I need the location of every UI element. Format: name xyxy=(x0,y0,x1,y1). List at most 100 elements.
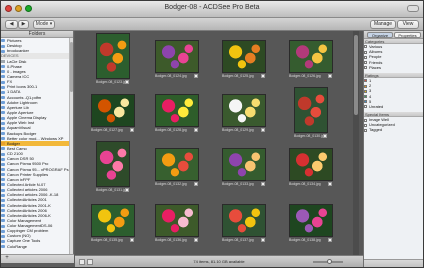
rating-swatch-icon[interactable] xyxy=(364,84,367,88)
thumbnail-filename: Bodger-08_0133.jpg xyxy=(222,181,254,186)
folder-icon xyxy=(1,39,5,43)
organize-checkbox[interactable] xyxy=(364,45,367,49)
folder-icon xyxy=(1,44,5,48)
thumbnail-image[interactable] xyxy=(155,147,199,181)
scrollbar-thumb[interactable] xyxy=(354,35,358,115)
thumbnail-checkbox[interactable] xyxy=(261,237,265,242)
folder-icon xyxy=(1,80,5,84)
folder-icon xyxy=(1,234,5,238)
thumbnail-checkbox[interactable] xyxy=(194,73,198,78)
rating-swatch-icon[interactable] xyxy=(364,94,367,98)
thumbnail-image[interactable] xyxy=(222,147,266,181)
organize-checkbox[interactable] xyxy=(364,123,367,127)
mode-dropdown[interactable]: Mode ▾ xyxy=(33,20,55,29)
thumbnail-checkbox[interactable] xyxy=(261,127,265,132)
organize-checkbox[interactable] xyxy=(364,61,367,64)
thumbnail-image[interactable] xyxy=(289,39,333,73)
thumbnail-filename: Bodger-08_0135.jpg xyxy=(91,237,123,242)
rating-swatch-icon[interactable] xyxy=(364,105,367,109)
tab-organize[interactable]: Organize xyxy=(367,32,393,38)
thumbnail-image[interactable] xyxy=(91,203,135,237)
organize-item-label: Tagged xyxy=(369,127,383,133)
thumbnail-checkbox[interactable] xyxy=(194,237,198,242)
folder-tree-item[interactable]: ColoRange xyxy=(1,244,69,249)
thumbnail-checkbox[interactable] xyxy=(125,188,129,192)
slider-knob[interactable] xyxy=(327,259,332,264)
thumbnail-image[interactable] xyxy=(155,93,199,127)
manage-mode-button[interactable]: Manage xyxy=(370,20,396,29)
organize-checkbox[interactable] xyxy=(364,50,367,54)
thumbnail-checkbox[interactable] xyxy=(328,237,332,242)
thumbnail-image[interactable] xyxy=(222,39,266,73)
folders-panel-footer: + xyxy=(1,254,74,263)
thumbnail-image[interactable] xyxy=(222,93,266,127)
thumbnail-filename: Bodger-08_0132.jpg xyxy=(155,181,187,186)
thumbnail-image[interactable] xyxy=(96,141,130,187)
folder-icon xyxy=(1,203,5,207)
thumbnail-filename: Bodger-08_0131.jpg xyxy=(96,188,128,192)
thumbnail-browser: Bodger-08_0123.jpg Bodger-08_0124.jpg Bodg… xyxy=(75,31,363,255)
back-button[interactable]: ◀ xyxy=(5,20,18,29)
rating-swatch-icon[interactable] xyxy=(364,79,367,83)
thumbnail-checkbox[interactable] xyxy=(194,181,198,186)
thumbnail-checkbox[interactable] xyxy=(328,181,332,186)
thumbnail-checkbox[interactable] xyxy=(323,134,327,138)
toolbar-toggle-button[interactable] xyxy=(407,5,419,12)
thumbnail-image[interactable] xyxy=(222,203,266,237)
folder-icon xyxy=(1,131,5,135)
thumbnail-image[interactable] xyxy=(96,33,130,79)
add-folder-button[interactable]: + xyxy=(3,255,11,262)
folder-icon xyxy=(1,224,5,228)
organize-sections: Categories Various Albums People Friends Plac… xyxy=(364,39,423,136)
thumbnail-checkbox[interactable] xyxy=(261,73,265,78)
organize-checkbox[interactable] xyxy=(364,66,367,70)
rating-swatch-icon[interactable] xyxy=(364,100,367,104)
folder-tree-item-label: ColoRange xyxy=(7,243,28,249)
forward-button[interactable]: ▶ xyxy=(18,20,29,29)
organize-item-label: Unrated xyxy=(369,103,384,109)
folder-icon xyxy=(1,106,5,110)
folder-icon xyxy=(1,173,5,177)
folder-icon xyxy=(1,214,5,218)
folder-icon xyxy=(1,111,5,115)
folder-icon xyxy=(1,219,5,223)
folder-icon xyxy=(1,121,5,125)
folder-icon xyxy=(1,245,5,249)
app-window: Bodger-08 - ACDSee Pro Beta ◀ ▶ Mode ▾ M… xyxy=(0,0,424,268)
folder-icon xyxy=(1,239,5,243)
folder-icon xyxy=(1,147,5,151)
window-title: Bodger-08 - ACDSee Pro Beta xyxy=(164,4,260,11)
thumbnail-image[interactable] xyxy=(289,203,333,237)
thumbnail-checkbox[interactable] xyxy=(125,80,129,84)
folder-tree-scrollbar[interactable] xyxy=(69,38,73,254)
organize-panel: Organize Properties Categories Various Alb… xyxy=(363,31,423,267)
thumbnail-checkbox[interactable] xyxy=(130,237,134,242)
organize-checkbox[interactable] xyxy=(364,118,367,122)
organize-item-label: Places xyxy=(369,64,382,70)
thumbnail-checkbox[interactable] xyxy=(194,127,198,132)
view-mode-button[interactable]: View xyxy=(397,20,419,29)
thumbnail-image[interactable] xyxy=(91,93,135,127)
thumbnail-checkbox[interactable] xyxy=(130,127,134,132)
tab-properties[interactable]: Properties xyxy=(394,32,421,38)
folder-icon xyxy=(1,49,5,53)
folder-tree: Pictures Desktop brookcanker DEVICES LaCie D… xyxy=(1,38,69,254)
browser-scrollbar[interactable] xyxy=(353,31,359,255)
drive-icon xyxy=(1,60,5,63)
organize-checkbox[interactable] xyxy=(364,55,367,59)
folder-icon xyxy=(1,90,5,94)
thumbnail-checkbox[interactable] xyxy=(261,181,265,186)
thumbnail-image[interactable] xyxy=(155,39,199,73)
thumbnail-image[interactable] xyxy=(294,87,328,133)
toolbar: ◀ ▶ Mode ▾ Manage View xyxy=(1,18,423,31)
thumbnail-image[interactable] xyxy=(155,203,199,237)
thumbnail-filename: Bodger-08_0125.jpg xyxy=(222,73,254,78)
rating-swatch-icon[interactable] xyxy=(364,89,367,93)
thumbnail-image[interactable] xyxy=(289,147,333,181)
folder-icon xyxy=(1,188,5,192)
folder-icon xyxy=(1,209,5,213)
scrollbar-thumb[interactable] xyxy=(70,42,73,92)
thumbnail-checkbox[interactable] xyxy=(328,73,332,78)
organize-checkbox[interactable] xyxy=(364,128,367,132)
